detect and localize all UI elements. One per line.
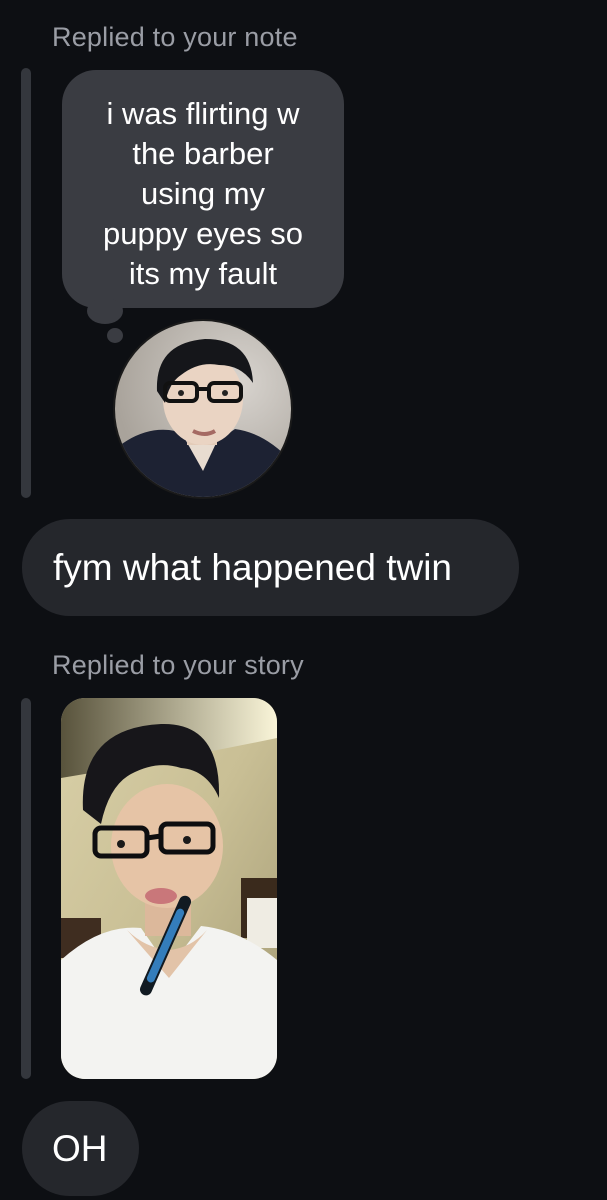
note-line: puppy eyes so bbox=[103, 216, 303, 251]
note-thought-bubble-tail bbox=[87, 298, 123, 324]
replied-to-story-caption: Replied to your story bbox=[52, 650, 304, 680]
note-author-avatar[interactable] bbox=[113, 319, 293, 499]
quote-bar-note bbox=[21, 68, 31, 498]
replied-to-note-caption: Replied to your note bbox=[52, 22, 298, 52]
message-bubble[interactable]: OH bbox=[22, 1101, 139, 1196]
note-line: using my bbox=[140, 176, 266, 211]
note-line: its my fault bbox=[128, 256, 278, 291]
note-text: i was flirting w the barber using my pup… bbox=[80, 94, 326, 294]
quote-bar-story bbox=[21, 698, 31, 1079]
note-line: the barber bbox=[132, 136, 274, 171]
note-line: i was flirting w bbox=[106, 96, 300, 131]
note-bubble[interactable]: i was flirting w the barber using my pup… bbox=[62, 70, 344, 308]
message-bubble[interactable]: fym what happened twin bbox=[22, 519, 519, 616]
profile-photo-icon bbox=[115, 321, 291, 497]
note-thought-bubble-dot bbox=[107, 328, 123, 343]
story-photo-icon bbox=[61, 698, 277, 1079]
story-thumbnail[interactable] bbox=[61, 698, 277, 1079]
